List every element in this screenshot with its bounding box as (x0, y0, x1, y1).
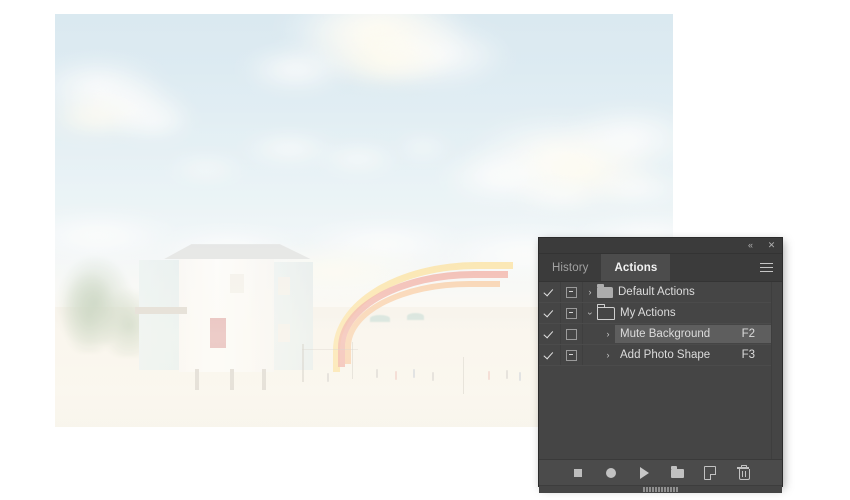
row-dialog-toggle[interactable] (561, 345, 583, 365)
table-row[interactable]: › My Actions (539, 303, 771, 324)
play-button[interactable] (636, 465, 652, 481)
umbrella (407, 313, 425, 321)
row-dialog-toggle[interactable] (561, 324, 583, 344)
check-icon (545, 308, 555, 318)
vertical-scrollbar[interactable] (771, 282, 782, 462)
fence-post (462, 356, 465, 394)
table-row[interactable]: › Default Actions (539, 282, 771, 303)
new-set-button[interactable] (669, 465, 685, 481)
person (506, 370, 509, 379)
action-label: Add Photo Shape (620, 349, 711, 361)
person (394, 371, 397, 381)
row-toggle-checkbox[interactable] (539, 345, 561, 365)
umbrella (370, 315, 391, 323)
table-row[interactable]: › Add Photo Shape F3 (539, 345, 771, 366)
check-icon (545, 329, 555, 339)
actions-panel[interactable]: « ✕ History Actions › Default Actions › … (539, 238, 782, 493)
shortcut-label: F3 (741, 349, 755, 361)
table-row[interactable]: › Mute Background F2 (539, 324, 771, 345)
chevron-right-icon[interactable]: › (601, 350, 615, 360)
resize-grip[interactable] (643, 487, 679, 492)
dialog-toggle-icon (566, 286, 577, 298)
person (487, 371, 490, 381)
record-icon (606, 468, 616, 478)
dialog-toggle-icon (566, 328, 577, 340)
tab-history[interactable]: History (539, 254, 601, 281)
stop-icon (574, 469, 582, 477)
action-set-label: Default Actions (618, 286, 695, 298)
hamburger-menu-icon[interactable] (751, 254, 782, 281)
record-button[interactable] (603, 465, 619, 481)
collapse-icon[interactable]: « (745, 240, 756, 251)
chevron-down-icon[interactable]: › (586, 306, 596, 320)
cloud (586, 170, 673, 204)
delete-button[interactable] (735, 464, 751, 481)
folder-closed-icon (597, 284, 613, 298)
actions-list: › Default Actions › My Actions › Mute Ba… (539, 282, 782, 466)
list-empty-space[interactable] (539, 366, 771, 466)
close-icon[interactable]: ✕ (766, 240, 777, 251)
row-toggle-checkbox[interactable] (539, 324, 561, 344)
stop-button[interactable] (570, 465, 586, 481)
cloud (240, 47, 352, 93)
chevron-right-icon[interactable]: › (583, 287, 597, 297)
cloud (110, 104, 198, 138)
row-dialog-toggle[interactable] (561, 282, 583, 302)
shortcut-label: F2 (741, 325, 771, 343)
chevron-right-icon[interactable]: › (601, 329, 615, 339)
app-canvas: « ✕ History Actions › Default Actions › … (0, 0, 850, 500)
cloud (314, 146, 402, 171)
row-toggle-checkbox[interactable] (539, 282, 561, 302)
row-dialog-toggle[interactable] (561, 303, 583, 323)
cloud (166, 158, 247, 180)
panel-footer-toolbar (539, 459, 782, 486)
fence-rail (302, 348, 358, 351)
folder-icon (670, 466, 684, 478)
row-toggle-checkbox[interactable] (539, 303, 561, 323)
action-label: Mute Background (615, 325, 742, 343)
person (431, 372, 434, 382)
dialog-toggle-icon (566, 307, 577, 319)
person (326, 373, 329, 383)
dialog-toggle-icon (566, 349, 577, 361)
new-action-button[interactable] (702, 465, 718, 481)
action-set-label: My Actions (620, 307, 676, 319)
panel-tabbar: History Actions (539, 254, 782, 282)
new-page-icon (704, 466, 716, 480)
trash-icon (737, 464, 750, 480)
panel-titlebar[interactable]: « ✕ (539, 238, 782, 254)
play-icon (639, 467, 649, 479)
folder-open-icon (596, 303, 615, 320)
check-icon (545, 350, 555, 360)
check-icon (545, 287, 555, 297)
person (518, 372, 521, 382)
tab-actions[interactable]: Actions (601, 254, 671, 281)
